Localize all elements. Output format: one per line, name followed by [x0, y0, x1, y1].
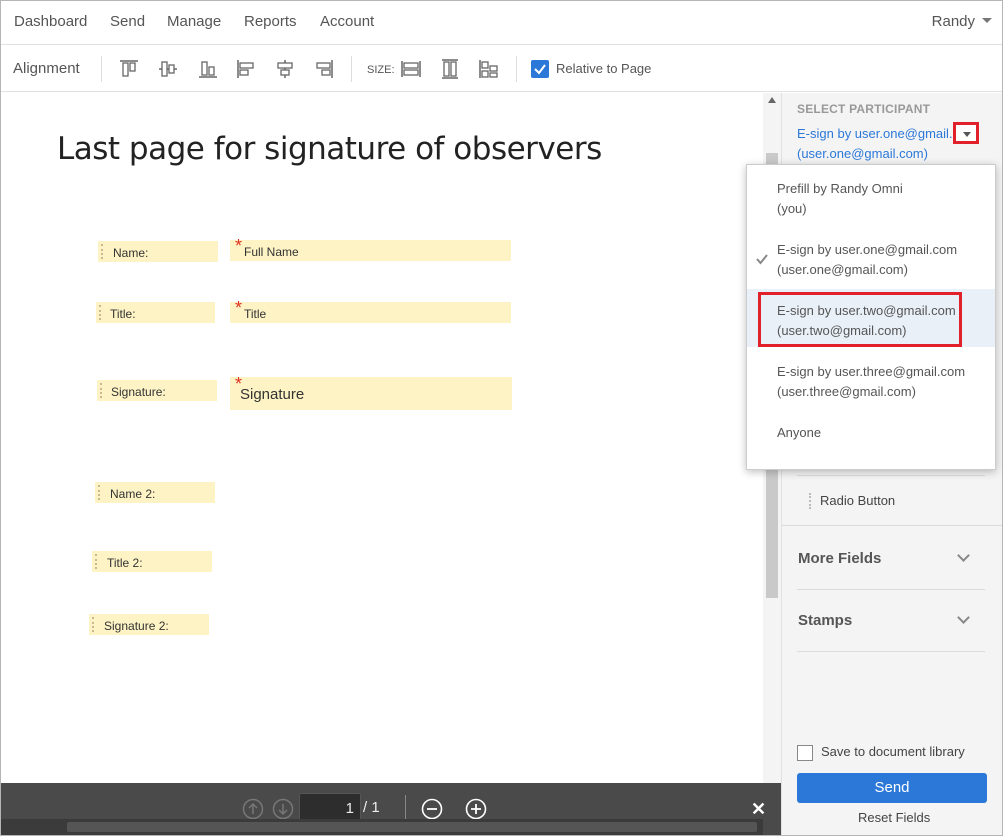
size-label: SIZE:: [367, 64, 395, 76]
align-right-icon[interactable]: [313, 58, 335, 80]
relative-to-page-checkbox[interactable]: [531, 60, 549, 78]
panel-divider: [797, 475, 985, 476]
app-window: Dashboard Send Manage Reports Account Ra…: [0, 0, 1003, 836]
drag-handle-icon[interactable]: [100, 383, 102, 398]
required-asterisk: *: [235, 298, 243, 318]
alignment-toolbar: Alignment SIZE: Relative to Page: [1, 46, 1002, 92]
field-label: Full Name: [244, 245, 299, 259]
highlight-annotation-box: [758, 292, 962, 347]
drag-handle-icon[interactable]: [101, 244, 103, 259]
selected-participant[interactable]: E-sign by user.one@gmail.c... (user.one@…: [797, 124, 962, 164]
field-label: Signature:: [111, 385, 166, 399]
checkmark-icon: [534, 64, 546, 75]
align-bottom-icon[interactable]: [197, 58, 219, 80]
drag-handle-icon[interactable]: [95, 554, 97, 569]
stamps-section[interactable]: Stamps: [798, 612, 852, 629]
checkmark-icon: [756, 254, 768, 265]
menu-item-prefill[interactable]: Prefill by Randy Omni (you): [747, 167, 995, 225]
selected-participant-email: (user.one@gmail.com): [797, 146, 928, 161]
menu-item-label: E-sign by user.one@gmail.com: [777, 242, 958, 257]
full-name-field[interactable]: * Full Name: [230, 236, 511, 261]
menu-item-sublabel: (user.three@gmail.com): [777, 384, 916, 399]
name-label-field[interactable]: Name:: [98, 241, 218, 262]
menu-item-label: Prefill by Randy Omni: [777, 181, 903, 196]
panel-divider: [782, 525, 1002, 526]
selected-participant-name: E-sign by user.one@gmail.c...: [797, 126, 962, 141]
menu-item-label: E-sign by user.three@gmail.com: [777, 364, 966, 379]
align-center-icon[interactable]: [274, 58, 296, 80]
next-page-icon[interactable]: [272, 798, 294, 820]
document-canvas: Last page for signature of observers Nam…: [1, 93, 763, 783]
select-participant-heading: SELECT PARTICIPANT: [797, 102, 931, 116]
drag-handle-icon[interactable]: [98, 485, 100, 500]
menu-item-label: Anyone: [777, 425, 822, 440]
chevron-down-icon: [963, 132, 971, 137]
same-width-icon[interactable]: [400, 58, 422, 80]
save-to-library-checkbox[interactable]: [797, 745, 813, 761]
title-field[interactable]: * Title: [230, 298, 511, 323]
document-horizontal-scrollbar[interactable]: [1, 819, 763, 835]
nav-send[interactable]: Send: [110, 13, 145, 30]
save-to-library-label: Save to document library: [821, 744, 965, 759]
toolbar-divider: [101, 56, 102, 82]
drag-handle-icon[interactable]: [99, 305, 101, 320]
menu-item-sublabel: (user.one@gmail.com): [777, 262, 908, 277]
zoom-out-icon[interactable]: [421, 798, 443, 820]
user-menu[interactable]: Randy: [932, 13, 992, 30]
menu-item-anyone[interactable]: Anyone: [747, 411, 995, 469]
nav-dashboard[interactable]: Dashboard: [14, 13, 87, 30]
same-height-icon[interactable]: [439, 58, 461, 80]
chevron-down-icon: [982, 18, 992, 23]
title-label-field[interactable]: Title:: [96, 302, 215, 323]
nav-manage[interactable]: Manage: [167, 13, 221, 30]
previous-page-icon[interactable]: [242, 798, 264, 820]
field-label: Signature 2:: [104, 619, 169, 633]
drag-handle-icon: [809, 493, 811, 509]
user-name: Randy: [931, 13, 975, 30]
field-label: Name 2:: [110, 487, 156, 501]
page-total: / 1: [363, 799, 380, 816]
signature2-label-field[interactable]: Signature 2:: [89, 614, 209, 635]
name2-label-field[interactable]: Name 2:: [95, 482, 215, 503]
top-navigation: Dashboard Send Manage Reports Account Ra…: [1, 1, 1002, 45]
toolbar-divider: [351, 56, 352, 82]
menu-item-user-one[interactable]: E-sign by user.one@gmail.com (user.one@gm…: [747, 228, 995, 286]
close-icon[interactable]: ✕: [751, 799, 766, 820]
field-label: Title: [244, 307, 267, 321]
field-label: Title 2:: [107, 556, 143, 570]
send-button[interactable]: Send: [797, 773, 987, 803]
panel-divider: [797, 589, 985, 590]
participant-dropdown-button[interactable]: [953, 122, 979, 144]
align-left-icon[interactable]: [235, 58, 257, 80]
drag-handle-icon[interactable]: [92, 617, 94, 632]
field-label: Signature: [240, 386, 305, 403]
signature-field[interactable]: * Signature: [230, 374, 512, 410]
menu-item-user-three[interactable]: E-sign by user.three@gmail.com (user.thre…: [747, 350, 995, 408]
toolbar-divider: [516, 56, 517, 82]
align-middle-icon[interactable]: [157, 58, 179, 80]
nav-reports[interactable]: Reports: [244, 13, 297, 30]
menu-item-sublabel: (you): [777, 201, 807, 216]
align-top-icon[interactable]: [118, 58, 140, 80]
relative-to-page-label: Relative to Page: [556, 61, 652, 76]
panel-divider: [797, 651, 985, 652]
zoom-in-icon[interactable]: [465, 798, 487, 820]
title2-label-field[interactable]: Title 2:: [92, 551, 212, 572]
scrollbar-thumb[interactable]: [67, 822, 757, 832]
alignment-label: Alignment: [13, 60, 80, 77]
nav-account[interactable]: Account: [320, 13, 374, 30]
same-size-icon[interactable]: [478, 58, 500, 80]
signature-label-field[interactable]: Signature:: [97, 380, 217, 401]
field-label: Title:: [110, 307, 136, 321]
more-fields-section[interactable]: More Fields: [798, 550, 881, 567]
radio-button-label: Radio Button: [820, 493, 896, 508]
field-label: Name:: [113, 246, 149, 260]
document-title: Last page for signature of observers: [57, 131, 602, 167]
reset-fields-link[interactable]: Reset Fields: [858, 810, 930, 825]
scroll-up-arrow-icon[interactable]: [768, 97, 776, 103]
required-asterisk: *: [235, 236, 243, 256]
